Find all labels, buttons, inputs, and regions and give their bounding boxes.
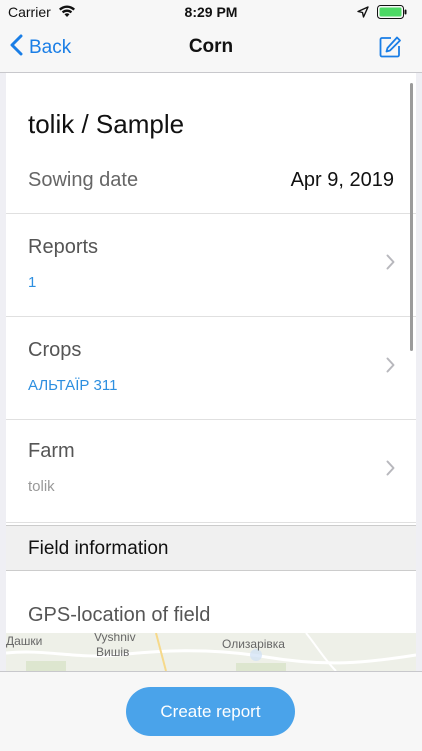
crops-row[interactable]: Crops АЛЬТАЇР 311 [6,316,416,419]
chevron-right-icon [386,460,395,481]
page-title: Corn [188,36,234,57]
sowing-date-label: Sowing date [28,169,139,191]
navigation-bar: Back Corn [0,24,422,73]
farm-row[interactable]: Farm tolik [6,419,416,523]
compose-icon [378,36,402,63]
sowing-date-value: Apr 9, 2019 [290,169,394,191]
create-report-button[interactable]: Create report [126,687,295,736]
reports-count: 1 [28,274,37,291]
map-label: Vyshniv [94,633,136,644]
reports-label: Reports [28,236,99,258]
scrollbar[interactable] [410,83,413,351]
farm-value: tolik [28,478,55,495]
chevron-right-icon [386,357,395,378]
reports-row[interactable]: Reports 1 [6,213,416,316]
map-label: Дашки [6,634,43,648]
edit-button[interactable] [378,35,402,64]
map-label: Вишів [96,645,130,659]
chevron-right-icon [386,254,395,275]
map-label: Олизарівка [222,637,285,651]
section-title: Field information [28,538,169,559]
gps-location-label: GPS-location of field [28,604,211,626]
field-title: tolik / Sample [28,109,185,139]
farm-label: Farm [28,440,75,462]
status-bar: Carrier 8:29 PM [0,0,422,24]
field-map[interactable]: Дашки Vyshniv Вишів Олизарівка [6,633,416,671]
field-details-card: tolik / Sample Sowing date Apr 9, 2019 R… [6,73,416,671]
crops-label: Crops [28,339,82,361]
field-information-header: Field information [6,525,416,571]
battery-icon [377,5,407,22]
crops-value: АЛЬТАЇР 311 [28,377,118,394]
location-arrow-icon [357,5,369,21]
bottom-toolbar: Create report [0,671,422,751]
